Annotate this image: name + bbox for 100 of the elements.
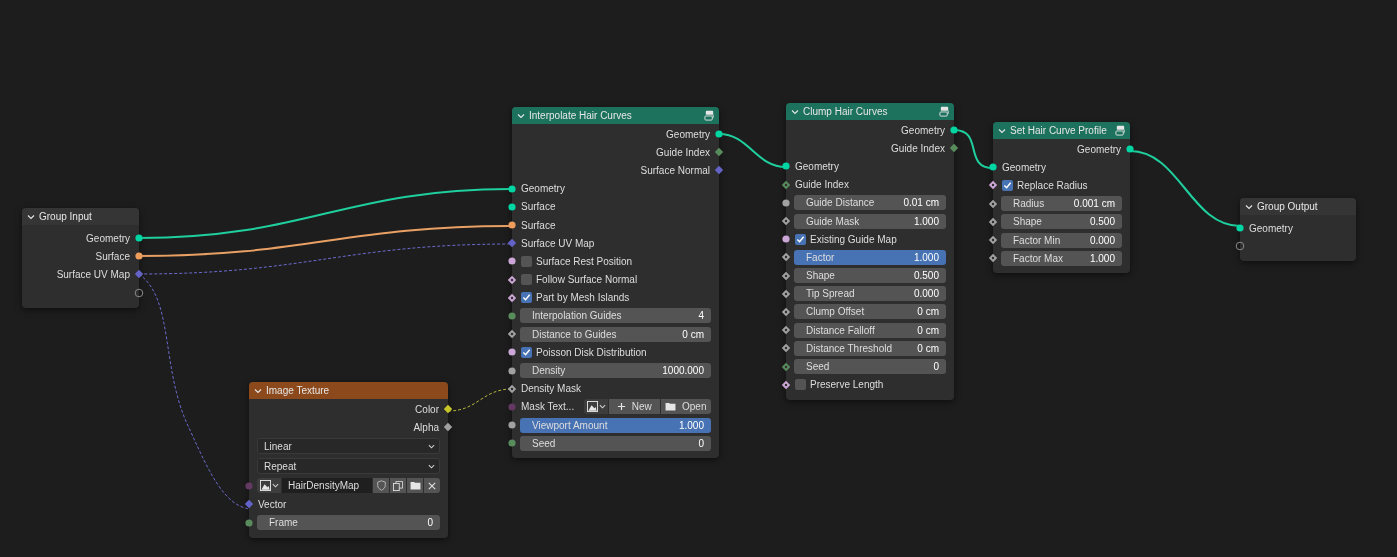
socket-icon[interactable] xyxy=(507,420,517,431)
socket-icon[interactable] xyxy=(244,517,254,528)
socket-icon[interactable] xyxy=(781,361,791,372)
chevron-icon[interactable] xyxy=(791,107,799,116)
socket-icon[interactable] xyxy=(988,216,998,227)
node-header[interactable]: Image Texture xyxy=(249,382,448,399)
socket-label: Color xyxy=(415,402,439,417)
socket-icon[interactable] xyxy=(1235,241,1245,252)
socket-icon[interactable] xyxy=(988,253,998,264)
number-field[interactable]: Tip Spread 0.000 xyxy=(794,286,946,302)
socket-label: Geometry xyxy=(1077,142,1121,157)
number-field[interactable]: Radius 0.001 cm xyxy=(1001,196,1122,212)
dropdown[interactable]: Repeat xyxy=(257,458,440,475)
socket-icon[interactable] xyxy=(507,347,517,358)
socket-icon[interactable] xyxy=(781,216,791,227)
socket-icon[interactable] xyxy=(507,292,517,303)
checkbox[interactable] xyxy=(521,346,532,358)
image-type-dropdown[interactable] xyxy=(257,478,281,494)
socket-icon[interactable] xyxy=(781,270,791,281)
number-field[interactable]: Interpolation Guides 4 xyxy=(520,308,711,324)
checkbox[interactable] xyxy=(795,233,806,245)
node-header[interactable]: Set Hair Curve Profile xyxy=(993,122,1130,139)
node-title: Group Input xyxy=(39,210,93,224)
node-group-icon xyxy=(939,106,950,117)
unlink-button[interactable] xyxy=(424,478,440,494)
checkbox[interactable] xyxy=(521,274,532,286)
number-field[interactable]: Shape 0.500 xyxy=(1001,214,1122,230)
field-label: Guide Mask xyxy=(806,214,860,229)
socket-icon[interactable] xyxy=(781,161,791,172)
socket-icon[interactable] xyxy=(507,183,517,194)
socket-icon[interactable] xyxy=(507,274,517,285)
node-header[interactable]: Group Output xyxy=(1240,198,1356,215)
socket-icon[interactable] xyxy=(1125,144,1135,155)
number-field[interactable]: Guide Distance 0.01 cm xyxy=(794,195,946,211)
chevron-icon[interactable] xyxy=(998,126,1006,135)
socket-icon[interactable] xyxy=(781,306,791,317)
socket-icon[interactable] xyxy=(507,256,517,267)
image-name-field[interactable]: HairDensityMap xyxy=(282,478,372,494)
socket-icon[interactable] xyxy=(781,379,791,390)
socket-icon[interactable] xyxy=(507,365,517,376)
socket-icon[interactable] xyxy=(781,197,791,208)
texture-type-dropdown[interactable] xyxy=(584,399,608,415)
open-button[interactable] xyxy=(407,478,423,494)
socket-icon[interactable] xyxy=(988,235,998,246)
number-field[interactable]: Frame 0 xyxy=(257,515,440,531)
field-label: Interpolation Guides xyxy=(532,309,622,324)
checkbox-label: Poisson Disk Distribution xyxy=(536,345,647,360)
socket-icon[interactable] xyxy=(781,179,791,190)
socket-icon[interactable] xyxy=(507,383,517,394)
field-value: 0.500 xyxy=(913,269,939,284)
field-value: 0 cm xyxy=(682,327,704,342)
duplicate-button[interactable] xyxy=(390,478,406,494)
socket-icon[interactable] xyxy=(988,180,998,191)
number-field[interactable]: Shape 0.500 xyxy=(794,268,946,284)
field-label: Seed xyxy=(806,360,830,375)
socket-icon[interactable] xyxy=(443,404,453,415)
socket-icon[interactable] xyxy=(507,329,517,340)
fake-user-button[interactable] xyxy=(373,478,389,494)
checkbox[interactable] xyxy=(1002,179,1013,191)
socket-icon[interactable] xyxy=(507,438,517,449)
socket-icon[interactable] xyxy=(714,129,724,140)
socket-icon[interactable] xyxy=(988,198,998,209)
socket-icon[interactable] xyxy=(507,201,517,212)
node-title: Interpolate Hair Curves xyxy=(529,109,633,123)
number-field[interactable]: Seed 0 xyxy=(794,359,946,375)
new-button[interactable]: New xyxy=(609,399,660,415)
number-field[interactable]: Density 1000.000 xyxy=(520,363,711,379)
number-field[interactable]: Clump Offset 0 cm xyxy=(794,304,946,320)
chevron-icon[interactable] xyxy=(517,111,525,120)
open-button[interactable]: Open xyxy=(660,399,711,415)
socket-icon[interactable] xyxy=(134,251,144,262)
socket-icon[interactable] xyxy=(949,143,959,154)
socket-icon[interactable] xyxy=(781,325,791,336)
chevron-icon[interactable] xyxy=(254,386,262,395)
node-header[interactable]: Group Input xyxy=(22,208,139,225)
socket-icon[interactable] xyxy=(949,125,959,136)
chevron-icon[interactable] xyxy=(1245,202,1253,211)
socket-icon[interactable] xyxy=(134,287,144,298)
socket-icon[interactable] xyxy=(443,422,453,433)
socket-icon[interactable] xyxy=(988,162,998,173)
dropdown[interactable]: Linear xyxy=(257,438,440,455)
socket-icon[interactable] xyxy=(1235,223,1245,234)
checkbox[interactable] xyxy=(521,292,532,304)
socket-icon[interactable] xyxy=(781,252,791,263)
socket-icon[interactable] xyxy=(507,220,517,231)
checkbox[interactable] xyxy=(795,379,806,391)
plus-icon xyxy=(616,402,626,412)
checkbox[interactable] xyxy=(521,255,532,267)
chevron-icon[interactable] xyxy=(27,212,35,221)
socket-icon[interactable] xyxy=(781,288,791,299)
socket-icon[interactable] xyxy=(507,310,517,321)
field-label: Shape xyxy=(806,269,835,284)
socket-icon[interactable] xyxy=(134,233,144,244)
socket-icon[interactable] xyxy=(714,147,724,158)
node-header[interactable]: Interpolate Hair Curves xyxy=(512,107,719,124)
socket-icon[interactable] xyxy=(781,343,791,354)
field-label: Factor xyxy=(806,250,835,265)
socket-label: Geometry xyxy=(521,182,565,197)
socket-icon[interactable] xyxy=(781,234,791,245)
node-header[interactable]: Clump Hair Curves xyxy=(786,103,954,120)
